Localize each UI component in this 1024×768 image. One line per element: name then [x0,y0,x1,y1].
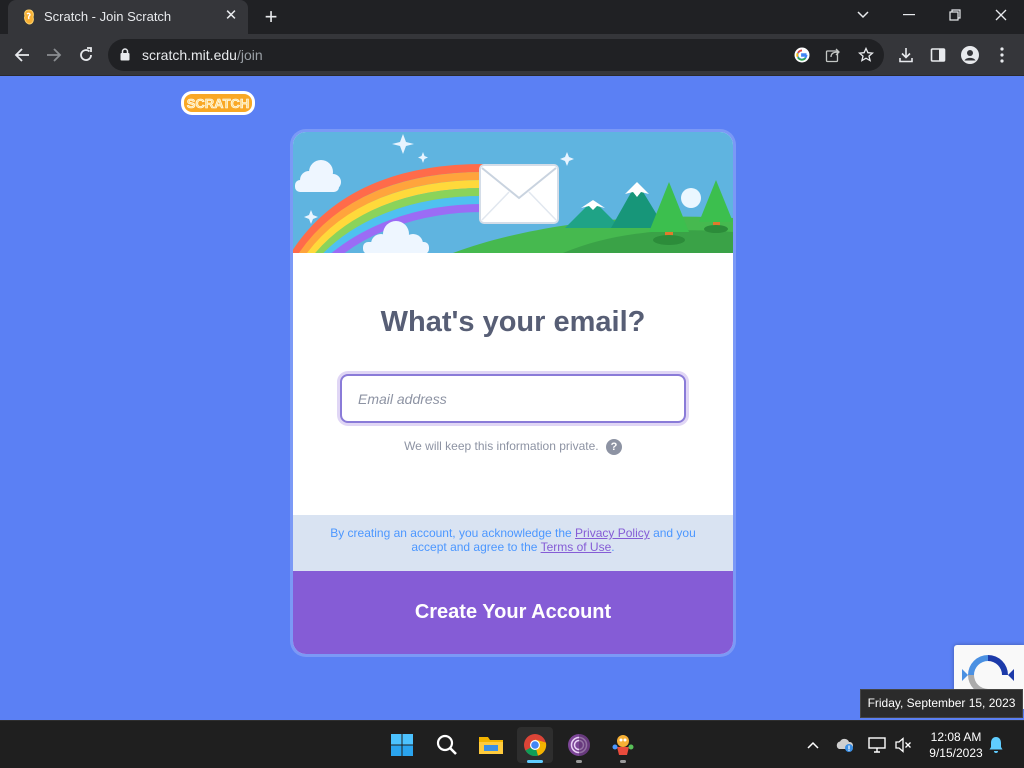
date-tooltip: Friday, September 15, 2023 [860,689,1023,718]
scratch-app-icon [612,735,634,755]
tor-browser-button[interactable] [561,727,597,763]
terms-of-use-link[interactable]: Terms of Use [541,540,612,554]
taskbar: 12:08 AM 9/15/2023 [0,720,1024,768]
tab-search-icon[interactable] [840,0,886,30]
restore-icon[interactable] [932,0,978,30]
chrome-icon [524,734,547,757]
bookmark-star-icon[interactable] [856,45,876,65]
page-title: What's your email? [380,306,646,338]
privacy-policy-link[interactable]: Privacy Policy [575,526,650,540]
chrome-taskbar-button[interactable] [517,727,553,763]
file-explorer-button[interactable] [473,727,509,763]
new-tab-icon[interactable]: + [259,5,283,29]
forward-icon[interactable] [42,43,66,67]
join-modal: What's your email? We will keep this inf… [290,129,736,657]
rainbow-envelope-illustration [293,132,733,253]
email-form: What's your email? We will keep this inf… [293,253,733,515]
show-hidden-icons-icon[interactable] [803,735,823,755]
scratch-favicon-icon [24,9,34,25]
tab-title: Scratch - Join Scratch [44,9,172,24]
share-icon[interactable] [823,45,843,65]
search-icon [436,734,457,755]
volume-muted-icon[interactable] [893,735,913,755]
legal-notice: By creating an account, you acknowledge … [293,515,733,571]
privacy-note: We will keep this information private. ? [293,439,733,455]
address-bar[interactable]: scratch.mit.edu/join [108,39,884,71]
url-text[interactable]: scratch.mit.edu/join [142,47,263,63]
profile-icon[interactable] [958,43,982,67]
minimize-icon[interactable] [886,0,932,30]
create-account-button[interactable]: Create Your Account [293,571,733,654]
taskbar-search-button[interactable] [429,727,465,763]
tab-strip: Scratch - Join Scratch ✕ + [0,0,1024,34]
lock-icon[interactable] [120,48,130,61]
clock-date: 9/15/2023 [929,746,983,760]
help-icon[interactable]: ? [605,439,622,455]
clock-time: 12:08 AM [930,730,982,744]
tor-browser-icon [568,734,590,756]
browser-toolbar: scratch.mit.edu/join [0,34,1024,76]
scratch-app-button[interactable] [605,727,641,763]
browser-tab[interactable]: Scratch - Join Scratch ✕ [8,0,248,34]
onedrive-icon[interactable] [835,735,855,755]
email-field[interactable] [340,374,686,423]
side-panel-icon[interactable] [926,43,950,67]
svg-text:SCRATCH: SCRATCH [187,96,250,111]
reload-icon[interactable] [74,43,98,67]
google-lens-icon[interactable] [792,45,812,65]
tab-close-icon[interactable]: ✕ [222,7,240,25]
file-explorer-icon [479,737,503,754]
scratch-logo[interactable]: SCRATCH [180,89,256,117]
network-icon[interactable] [867,735,887,755]
taskbar-clock[interactable]: 12:08 AM 9/15/2023 [918,729,994,761]
running-indicator [527,760,543,763]
page-content: SCRATCH What's your email? Email address… [0,76,1024,720]
download-icon[interactable] [894,43,918,67]
running-indicator [576,760,582,763]
back-icon[interactable] [10,43,34,67]
notification-bell-icon[interactable] [986,735,1006,755]
start-button[interactable] [384,727,420,763]
running-indicator [620,760,626,763]
menu-icon[interactable] [990,43,1014,67]
start-icon [391,734,413,756]
close-window-icon[interactable] [978,0,1024,30]
